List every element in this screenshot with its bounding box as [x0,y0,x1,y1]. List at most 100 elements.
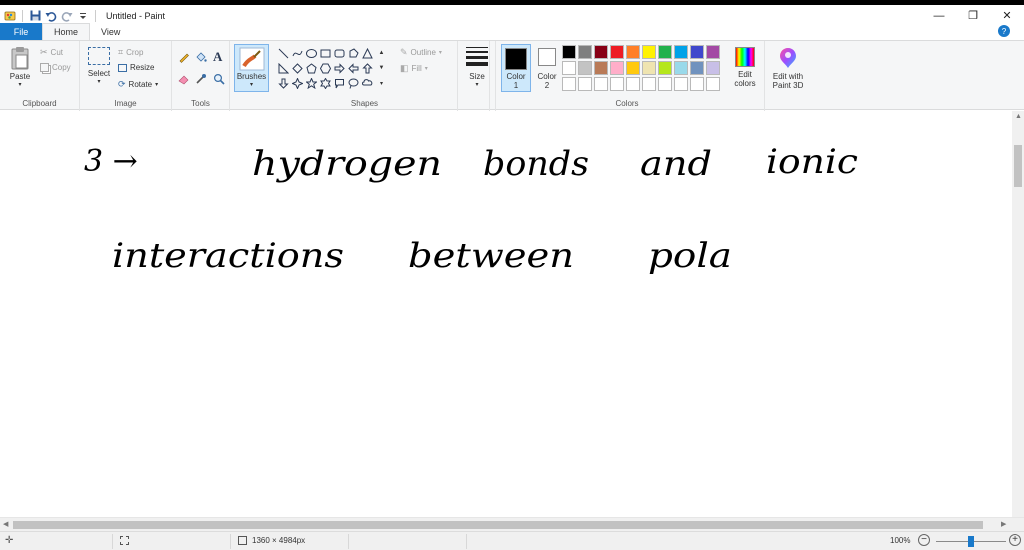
curve-shape-icon[interactable] [291,46,304,60]
four-point-star-shape-icon[interactable] [291,76,304,90]
status-separator [230,534,231,549]
outline-button[interactable]: ✎ Outline ▾ [400,47,442,58]
window-title: Untitled - Paint [106,10,166,21]
shapes-scroll-up-icon[interactable]: ▲ [375,46,388,60]
image-group-label: Image [114,99,137,108]
magnifier-icon[interactable] [213,73,225,87]
handwriting-word-bonds: bonds [483,144,589,184]
scroll-right-icon[interactable]: ▶ [1001,520,1006,528]
vertical-scrollbar[interactable]: ▲ [1012,111,1024,517]
polygon-shape-icon[interactable] [347,46,360,60]
right-triangle-shape-icon[interactable] [277,61,290,75]
pencil-icon[interactable] [178,51,190,65]
hexagon-shape-icon[interactable] [319,61,332,75]
tab-view[interactable]: View [90,23,131,40]
edit-with-paint3d-button[interactable]: Edit with Paint 3D [766,45,810,90]
handwriting-word-pola: pola [648,236,732,276]
scissors-icon: ✂ [40,47,48,57]
rounded-callout-shape-icon[interactable] [333,76,346,90]
colors-group-label: Colors [615,99,639,108]
customize-toolbar-icon[interactable] [77,10,89,22]
tab-home[interactable]: Home [42,23,91,40]
vertical-scroll-thumb[interactable] [1014,145,1022,187]
fill-bucket-icon[interactable] [195,51,207,65]
save-icon[interactable] [29,10,41,22]
selection-size-icon [120,536,129,545]
resize-button[interactable]: Resize [118,63,154,72]
zoom-slider-thumb[interactable] [968,536,974,547]
help-button[interactable]: ? [998,25,1010,37]
clipboard-group-label: Clipboard [22,99,57,108]
select-button[interactable]: Select ▾ [86,47,112,85]
tab-file[interactable]: File [0,23,42,40]
rounded-rectangle-shape-icon[interactable] [333,46,346,60]
zoom-percent: 100% [890,536,911,545]
handwriting-word-between: between [408,236,574,276]
brushes-button[interactable]: Brushes ▾ [234,44,269,92]
five-point-star-shape-icon[interactable] [305,76,318,90]
status-separator [112,534,113,549]
cloud-callout-shape-icon[interactable] [361,76,374,90]
shapes-more-icon[interactable]: ▾ [375,76,388,90]
paste-button[interactable]: Paste ▾ [6,46,34,88]
triangle-shape-icon[interactable] [361,46,374,60]
rectangle-shape-icon[interactable] [319,46,332,60]
up-arrow-shape-icon[interactable] [361,61,374,75]
status-separator [466,534,467,549]
status-bar: ✛ 1360 × 4984px 100% − + [0,531,1024,550]
rotate-button[interactable]: ⟳ Rotate ▾ [118,79,158,90]
text-icon[interactable]: A [213,49,222,65]
eraser-icon[interactable] [178,73,190,87]
crop-button[interactable]: ⌗ Crop [118,47,143,58]
scroll-left-icon[interactable]: ◀ [3,520,8,528]
shapes-scroll-down-icon[interactable]: ▼ [375,61,388,75]
right-arrow-shape-icon[interactable] [333,61,346,75]
pentagon-shape-icon[interactable] [305,61,318,75]
tools-group-label: Tools [191,99,210,108]
shapes-gallery: ▲ ▼ ▾ [277,46,395,91]
qa-separator [22,9,23,22]
oval-shape-icon[interactable] [305,46,318,60]
zoom-out-icon[interactable]: − [918,534,930,546]
rotate-icon: ⟳ [118,79,126,89]
left-arrow-shape-icon[interactable] [347,61,360,75]
drawing-canvas[interactable]: 3 → hydrogen bonds and ionic interaction… [0,111,1012,517]
ribbon-tabs: File Home View ? [0,23,1024,40]
oval-callout-shape-icon[interactable] [347,76,360,90]
ribbon: Paste ▾ ✂ Cut Copy Clipboard Select ▾ ⌗ … [0,40,1024,111]
paint3d-icon [780,48,796,68]
fill-button[interactable]: ◧ Fill ▾ [400,63,428,74]
clipboard-group: Paste ▾ ✂ Cut Copy Clipboard [0,41,80,111]
paste-dropdown-icon: ▾ [18,82,22,88]
horizontal-scroll-thumb[interactable] [13,521,983,529]
paste-icon [11,47,29,70]
handwriting-number-arrow: 3 → [84,144,138,179]
handwriting-svg: 3 → hydrogen bonds and ionic interaction… [84,142,858,276]
scroll-up-icon[interactable]: ▲ [1015,113,1022,120]
redo-icon[interactable] [61,10,73,22]
paint3d-label-line1: Edit with [772,72,804,81]
fill-label: Fill [411,64,422,73]
undo-icon[interactable] [45,10,57,22]
paint-app-icon[interactable] [4,10,16,22]
crop-label: Crop [126,48,144,57]
line-shape-icon[interactable] [277,46,290,60]
paint3d-label-line2: Paint 3D [772,81,804,90]
copy-label: Copy [52,63,71,72]
tools-group: A Tools [172,41,230,111]
horizontal-scrollbar[interactable]: ◀ ▶ [0,517,1024,531]
zoom-in-icon[interactable]: + [1009,534,1021,546]
down-arrow-shape-icon[interactable] [277,76,290,90]
size-button[interactable]: Size ▾ [465,47,489,88]
diamond-shape-icon[interactable] [291,61,304,75]
cut-button[interactable]: ✂ Cut [40,47,63,58]
copy-button[interactable]: Copy [40,63,71,72]
size-dropdown-icon: ▾ [475,82,479,88]
copy-icon [40,63,49,72]
rotate-dropdown-icon: ▾ [155,82,159,88]
six-point-star-shape-icon[interactable] [319,76,332,90]
handwriting-word-hydrogen: hydrogen [252,144,442,184]
color-picker-icon[interactable] [195,73,207,87]
paint3d-label: Edit with Paint 3D [766,72,810,90]
select-label: Select [87,69,111,78]
